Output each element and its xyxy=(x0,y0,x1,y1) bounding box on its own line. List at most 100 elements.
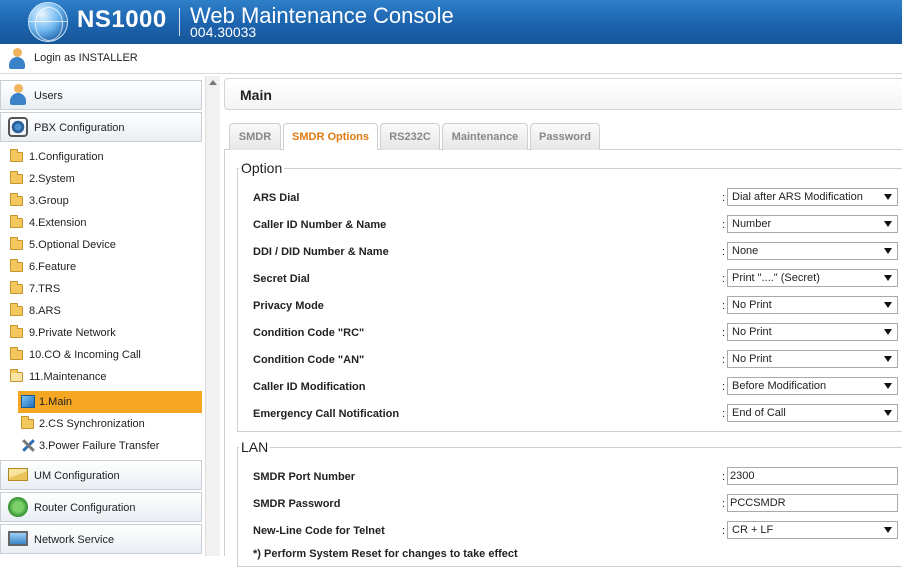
field-label: Condition Code "AN" xyxy=(253,354,365,366)
sidebar-section-label: Users xyxy=(34,90,63,102)
app-header: NS1000 Web Maintenance Console 004.30033 xyxy=(0,0,902,44)
folder-icon xyxy=(10,303,23,316)
chevron-down-icon xyxy=(884,329,892,335)
version-number: 004.30033 xyxy=(190,24,257,40)
chevron-down-icon xyxy=(884,356,892,362)
users-icon xyxy=(9,84,29,105)
folder-icon xyxy=(10,281,23,294)
sidebar-item-label: 3.Group xyxy=(29,195,69,207)
field-label: SMDR Port Number xyxy=(253,471,356,483)
field-label: New-Line Code for Telnet xyxy=(253,525,385,537)
sidebar-section-pbx-configuration[interactable]: PBX Configuration xyxy=(0,112,202,142)
sidebar-item-trs[interactable]: 7.TRS xyxy=(0,278,202,300)
caller-id-modification-row: Caller ID Modification : Before Modifica… xyxy=(253,376,902,398)
sidebar-scrollbar[interactable] xyxy=(205,76,220,556)
secret-dial-select[interactable]: Print "...." (Secret) xyxy=(727,269,898,287)
tab-bar: SMDR SMDR Options RS232C Maintenance Pas… xyxy=(224,120,902,151)
tab-content: Option ARS Dial : Dial after ARS Modific… xyxy=(224,150,902,567)
tab-smdr[interactable]: SMDR xyxy=(229,123,281,150)
sidebar-item-label: 2.System xyxy=(29,173,75,185)
chevron-down-icon xyxy=(884,302,892,308)
condition-code-rc-select[interactable]: No Print xyxy=(727,323,898,341)
sidebar-item-extension[interactable]: 4.Extension xyxy=(0,212,202,234)
emergency-call-notification-select[interactable]: End of Call xyxy=(727,404,898,422)
sidebar-item-system[interactable]: 2.System xyxy=(0,168,202,190)
field-label: DDI / DID Number & Name xyxy=(253,246,389,258)
tab-rs232c[interactable]: RS232C xyxy=(380,123,440,150)
option-legend: Option xyxy=(239,160,285,176)
newline-code-select[interactable]: CR + LF xyxy=(727,521,898,539)
newline-code-row: New-Line Code for Telnet : CR + LF xyxy=(253,520,902,542)
sidebar-item-label: 10.CO & Incoming Call xyxy=(29,349,141,361)
field-label: SMDR Password xyxy=(253,498,341,510)
chevron-down-icon xyxy=(884,383,892,389)
field-label: Caller ID Modification xyxy=(253,381,366,393)
sidebar-item-group[interactable]: 3.Group xyxy=(0,190,202,212)
sidebar-item-label: 4.Extension xyxy=(29,217,87,229)
folder-icon xyxy=(10,259,23,272)
scroll-up-icon[interactable] xyxy=(209,80,217,85)
login-status: Login as INSTALLER xyxy=(34,52,138,64)
lan-legend: LAN xyxy=(239,439,271,455)
chevron-down-icon xyxy=(884,410,892,416)
sidebar-item-label: 8.ARS xyxy=(29,305,61,317)
field-label: Privacy Mode xyxy=(253,300,324,312)
folder-icon xyxy=(10,325,23,338)
caller-id-modification-select[interactable]: Before Modification xyxy=(727,377,898,395)
sidebar-section-label: PBX Configuration xyxy=(34,122,125,134)
main-cube-icon xyxy=(21,395,35,408)
reset-note: *) Perform System Reset for changes to t… xyxy=(253,548,518,560)
field-label: Emergency Call Notification xyxy=(253,408,400,420)
ddi-did-number-name-row: DDI / DID Number & Name : None xyxy=(253,241,902,263)
sidebar-item-ars[interactable]: 8.ARS xyxy=(0,300,202,322)
sidebar-item-configuration[interactable]: 1.Configuration xyxy=(0,146,202,168)
sidebar-item-label: 6.Feature xyxy=(29,261,77,273)
sidebar-subitem-cs-synchronization[interactable]: 2.CS Synchronization xyxy=(18,413,202,435)
ars-dial-select[interactable]: Dial after ARS Modification xyxy=(727,188,898,206)
tab-password[interactable]: Password xyxy=(530,123,600,150)
sidebar-section-um-configuration[interactable]: UM Configuration xyxy=(0,460,202,490)
pbx-gear-icon xyxy=(8,117,28,137)
sidebar-subitem-power-failure-transfer[interactable]: 3.Power Failure Transfer xyxy=(18,435,202,457)
sidebar-item-label: 2.CS Synchronization xyxy=(39,418,145,430)
sidebar-item-label: 7.TRS xyxy=(29,283,61,295)
field-label: Caller ID Number & Name xyxy=(253,219,387,231)
sidebar-item-optional-device[interactable]: 5.Optional Device xyxy=(0,234,202,256)
tab-smdr-options[interactable]: SMDR Options xyxy=(283,123,378,151)
sidebar-section-label: Network Service xyxy=(34,534,115,546)
sidebar-subitem-main[interactable]: 1.Main xyxy=(18,391,202,413)
sidebar-section-label: Router Configuration xyxy=(34,502,136,514)
sidebar-section-users[interactable]: Users xyxy=(0,80,202,110)
folder-icon xyxy=(10,193,23,206)
secret-dial-row: Secret Dial : Print "...." (Secret) xyxy=(253,268,902,290)
smdr-port-number-input[interactable]: 2300 xyxy=(727,467,898,485)
sidebar-item-private-network[interactable]: 9.Private Network xyxy=(0,322,202,344)
sidebar-section-network-service[interactable]: Network Service xyxy=(0,524,202,554)
sidebar-item-maintenance[interactable]: 11.Maintenance xyxy=(0,366,202,388)
folder-open-icon xyxy=(10,369,23,382)
user-icon xyxy=(8,48,26,70)
condition-code-an-row: Condition Code "AN" : No Print xyxy=(253,349,902,371)
condition-code-an-select[interactable]: No Print xyxy=(727,350,898,368)
smdr-password-row: SMDR Password : PCCSMDR xyxy=(253,493,902,515)
tab-maintenance[interactable]: Maintenance xyxy=(442,123,528,150)
network-icon xyxy=(8,531,28,546)
ddi-did-number-name-select[interactable]: None xyxy=(727,242,898,260)
mail-icon xyxy=(8,468,28,481)
field-label: ARS Dial xyxy=(253,192,300,204)
chevron-down-icon xyxy=(884,527,892,533)
sidebar-item-feature[interactable]: 6.Feature xyxy=(0,256,202,278)
folder-icon xyxy=(10,237,23,250)
caller-id-number-name-select[interactable]: Number xyxy=(727,215,898,233)
tools-icon xyxy=(21,438,35,453)
smdr-password-input[interactable]: PCCSMDR xyxy=(727,494,898,512)
sidebar-section-router-configuration[interactable]: Router Configuration xyxy=(0,492,202,522)
emergency-call-notification-row: Emergency Call Notification : End of Cal… xyxy=(253,403,902,425)
main-header: Main xyxy=(224,78,902,110)
page-title: Main xyxy=(240,87,272,103)
globe-logo-icon xyxy=(28,2,68,42)
chevron-down-icon xyxy=(884,221,892,227)
privacy-mode-select[interactable]: No Print xyxy=(727,296,898,314)
chevron-down-icon xyxy=(884,194,892,200)
sidebar-item-co-incoming-call[interactable]: 10.CO & Incoming Call xyxy=(0,344,202,366)
